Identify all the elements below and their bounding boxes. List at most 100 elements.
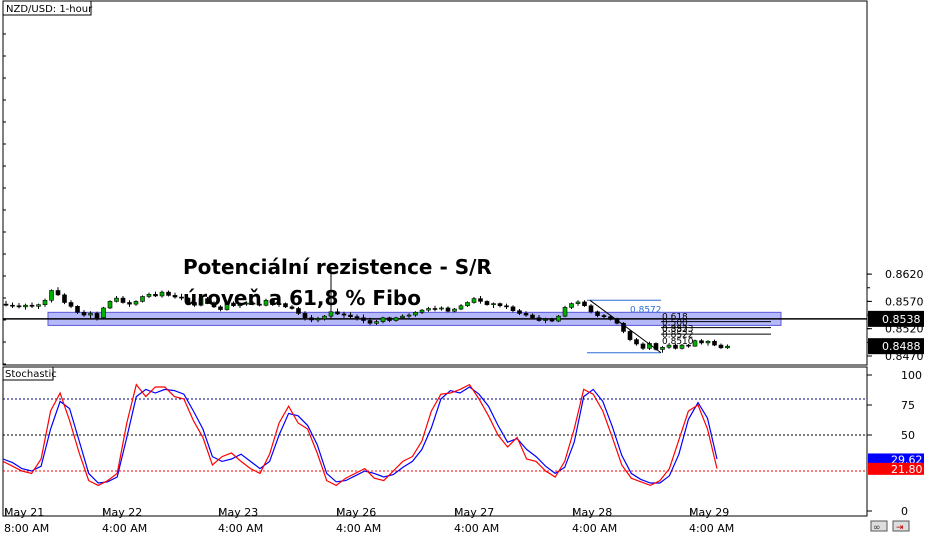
candle-body	[120, 297, 126, 303]
candle	[114, 295, 119, 303]
candle	[159, 290, 165, 298]
candle	[569, 302, 574, 310]
fib-price-label: 0.8510	[662, 337, 694, 347]
candle-body	[465, 302, 470, 307]
x-axis-date-label: May 21	[4, 506, 44, 519]
candle-body	[595, 311, 600, 316]
candle	[712, 339, 717, 347]
candle	[29, 302, 35, 308]
x-axis-time-label: 8:00 AM	[4, 522, 49, 535]
x-axis-time-label: 4:00 AM	[689, 522, 734, 535]
candle-body	[387, 317, 392, 321]
candle-body	[504, 305, 509, 308]
stochastic-axis-label: 50	[901, 429, 915, 442]
candle-body	[354, 316, 360, 319]
candle-body	[393, 317, 399, 321]
candle	[42, 298, 48, 307]
forex-chart: 0.8572 0.618 0.8533 0.500 0.8522 0.382 0.8510 P…	[0, 0, 925, 535]
candle	[140, 295, 145, 303]
candle-body	[699, 340, 704, 344]
candle	[458, 304, 464, 311]
candle-body	[432, 308, 438, 310]
chart-svg: 0.85720.6180.85330.5000.85220.3820.8510P…	[2, 0, 924, 535]
candle-body	[94, 313, 100, 319]
candle	[465, 301, 470, 307]
x-axis-time-label: 4:00 AM	[218, 522, 263, 535]
candle	[127, 300, 132, 307]
candle-body	[634, 339, 639, 345]
candle-body	[627, 331, 633, 340]
candle-body	[484, 301, 490, 305]
candle-body	[601, 315, 607, 317]
candle-body	[562, 307, 568, 317]
x-axis-date-label: May 29	[689, 506, 729, 519]
candle-body	[322, 315, 327, 320]
scroll-right-icon: ⇥	[892, 520, 910, 533]
candle-body	[725, 345, 730, 349]
candle-body	[42, 300, 48, 305]
candle-body	[159, 291, 165, 297]
candle-body	[452, 308, 457, 312]
candle-body	[406, 314, 412, 317]
stochastic-title: Stochastic	[5, 369, 57, 380]
candle-body	[55, 290, 61, 296]
candle-body	[400, 315, 405, 319]
candle-body	[426, 308, 431, 311]
candle-body	[107, 301, 113, 309]
candle	[432, 305, 438, 312]
candle-body	[153, 294, 158, 297]
candle-body	[380, 317, 386, 322]
candle-body	[588, 305, 594, 313]
annotation-line-1: Potenciální rezistence - S/R	[183, 255, 492, 279]
candle-body	[49, 290, 54, 301]
x-axis-date-label: May 28	[572, 506, 612, 519]
candle-body	[75, 306, 80, 313]
scroll-right-icon-glyph: ⇥	[896, 523, 904, 533]
candle	[627, 329, 633, 342]
candle	[23, 303, 28, 310]
candle-body	[23, 304, 28, 308]
candle-body	[660, 346, 665, 350]
candle	[640, 342, 646, 350]
candle-body	[127, 302, 132, 305]
candle-body	[439, 307, 444, 310]
candle-body	[133, 301, 139, 305]
candle	[471, 297, 477, 304]
candle-body	[140, 296, 145, 302]
candle	[725, 344, 730, 349]
candle	[133, 300, 139, 306]
x-axis-time-label: 4:00 AM	[102, 522, 147, 535]
x-axis-date-label: May 22	[102, 506, 142, 519]
chart-title: NZD/USD: 1-hour	[6, 4, 93, 15]
price-badge-label: 0.8538	[882, 313, 921, 326]
candle-body	[582, 301, 587, 307]
price-axis-label: 0.8620	[885, 268, 924, 281]
candle	[10, 302, 15, 308]
candle-body	[81, 312, 87, 316]
candle-body	[68, 302, 74, 307]
candle-body	[419, 309, 425, 313]
candle	[146, 292, 152, 299]
candle-body	[348, 314, 353, 317]
candle	[166, 290, 171, 297]
candle	[705, 340, 711, 346]
stochastic-axis-label: 100	[901, 369, 922, 382]
candle-body	[510, 306, 516, 311]
candle-body	[309, 317, 314, 321]
candle-body	[62, 294, 67, 303]
candle	[120, 295, 126, 304]
candle-body	[172, 295, 178, 298]
candle	[101, 306, 106, 319]
candle-body	[328, 311, 334, 317]
x-axis-time-label: 4:00 AM	[572, 522, 617, 535]
candle-body	[367, 320, 373, 324]
candle-body	[341, 313, 347, 316]
candle	[692, 339, 698, 347]
annotation-line-2: úroveň a 61,8 % Fibo	[183, 286, 421, 310]
x-axis-date-label: May 26	[336, 506, 376, 519]
x-axis-time-label: 4:00 AM	[454, 522, 499, 535]
candle	[491, 302, 496, 308]
fib-high-label: 0.8572	[630, 305, 662, 315]
stochastic-axis-label: 0	[901, 505, 908, 518]
candle-body	[36, 304, 41, 307]
